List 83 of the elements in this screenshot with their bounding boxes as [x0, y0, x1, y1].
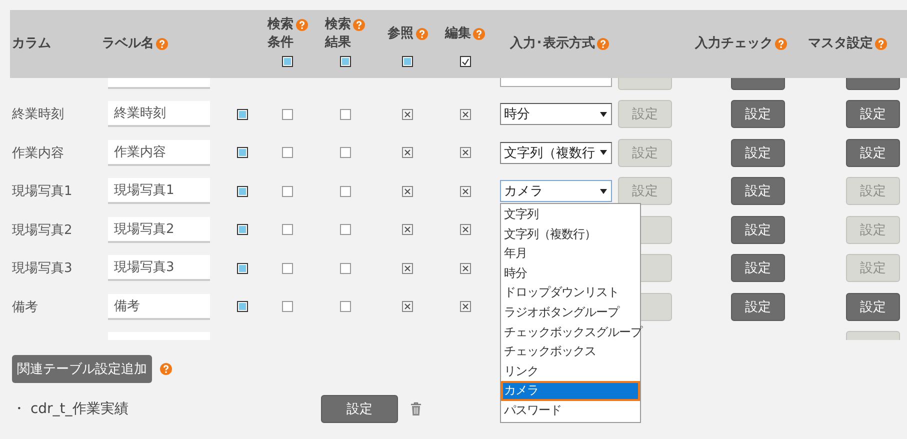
label-field[interactable]: 終業時刻 [108, 101, 210, 128]
settings-button[interactable]: 設定 [321, 395, 398, 423]
related-table-name: ・ cdr_t_作業実績 [12, 400, 130, 418]
caret-icon [600, 150, 607, 156]
column-header: 検索 [268, 16, 308, 34]
settings-button[interactable]: 設定 [846, 100, 900, 128]
select-field[interactable]: カメラ [500, 180, 612, 202]
help-icon[interactable] [775, 38, 787, 50]
column-header: マスタ設定 [808, 35, 887, 53]
column-header: 入力･表示方式 [510, 35, 609, 53]
checkbox[interactable] [237, 108, 248, 120]
checkbox[interactable] [340, 224, 350, 236]
dropdown-option[interactable]: カメラ [501, 381, 640, 401]
label-field[interactable]: 現場写真2 [108, 216, 210, 243]
label-field[interactable]: 作業内容 [108, 140, 210, 166]
dropdown-option[interactable]: 文字列 [501, 205, 640, 225]
help-icon[interactable] [416, 28, 428, 40]
column-header: 結果 [325, 34, 351, 52]
add-related-table-button[interactable]: 関連テーブル設定追加 [12, 355, 152, 383]
select-field[interactable]: 時分 [500, 103, 612, 126]
column-header: ラベル名 [102, 35, 168, 53]
settings-button[interactable]: 設定 [846, 292, 900, 321]
checkbox[interactable] [402, 56, 413, 67]
column-name: 現場写真3 [12, 261, 72, 276]
dropdown-option[interactable]: 年月 [501, 244, 640, 264]
checkbox[interactable] [237, 186, 248, 197]
checkbox[interactable] [460, 56, 470, 67]
column-name: 備考 [12, 300, 38, 315]
checkbox[interactable] [237, 224, 248, 236]
help-icon[interactable] [875, 38, 887, 50]
settings-button[interactable]: 設定 [731, 177, 785, 206]
dropdown-option[interactable]: ドロップダウンリスト [501, 283, 640, 303]
checkbox[interactable] [282, 224, 293, 236]
column-header: 条件 [268, 34, 294, 52]
trash-icon[interactable] [410, 402, 422, 416]
help-icon[interactable] [160, 363, 172, 375]
caret-icon [600, 112, 607, 117]
checkbox[interactable] [282, 56, 293, 67]
column-name: 現場写真2 [12, 222, 72, 238]
label-field[interactable]: 現場写真1 [108, 178, 210, 204]
checkbox[interactable] [340, 56, 350, 67]
help-icon[interactable] [156, 38, 168, 50]
caret-icon [600, 188, 607, 194]
label-field[interactable]: 現場写真3 [108, 255, 210, 282]
dropdown-option[interactable]: リンク [501, 362, 640, 382]
checkbox[interactable] [237, 301, 248, 312]
dropdown-option[interactable]: パスワード [501, 400, 640, 421]
dropdown-option[interactable]: 時分 [501, 264, 640, 284]
column-header: 検索 [325, 16, 365, 34]
settings-button[interactable]: 設定 [731, 254, 785, 282]
checkbox[interactable] [340, 186, 350, 197]
column-name: 作業内容 [12, 146, 64, 161]
column-name: 終業時刻 [12, 107, 64, 122]
checkbox[interactable] [340, 108, 350, 120]
settings-button[interactable]: 設定 [731, 216, 785, 244]
checkbox[interactable] [282, 186, 293, 197]
column-name: 現場写真1 [12, 184, 72, 200]
select-field[interactable]: 文字列（複数行 [500, 142, 612, 164]
checkbox[interactable] [282, 301, 293, 312]
help-icon[interactable] [296, 19, 308, 31]
help-icon[interactable] [353, 19, 365, 31]
settings-button[interactable]: 設定 [731, 292, 785, 321]
checkbox[interactable] [237, 147, 248, 158]
settings-button[interactable]: 設定 [731, 138, 785, 167]
checkbox[interactable] [237, 262, 248, 274]
checkbox[interactable] [340, 301, 350, 312]
checkbox[interactable] [340, 147, 350, 158]
dropdown-option[interactable]: ラジオボタングループ [501, 302, 640, 323]
label-field[interactable]: 備考 [108, 294, 210, 320]
checkbox[interactable] [340, 262, 350, 274]
help-icon[interactable] [473, 28, 485, 40]
checkbox[interactable] [282, 108, 293, 120]
column-header: 参照 [388, 25, 428, 43]
settings-button[interactable]: 設定 [846, 138, 900, 167]
settings-button[interactable]: 設定 [731, 100, 785, 128]
checkbox[interactable] [282, 147, 293, 158]
dropdown-option[interactable]: チェックボックス [501, 342, 640, 362]
checkbox[interactable] [282, 262, 293, 274]
column-header: 入力チェック [695, 35, 787, 53]
column-header: カラム [12, 35, 51, 53]
column-header: 編集 [445, 25, 485, 43]
dropdown-option[interactable]: 文字列（複数行） [501, 224, 640, 244]
help-icon[interactable] [597, 38, 609, 50]
